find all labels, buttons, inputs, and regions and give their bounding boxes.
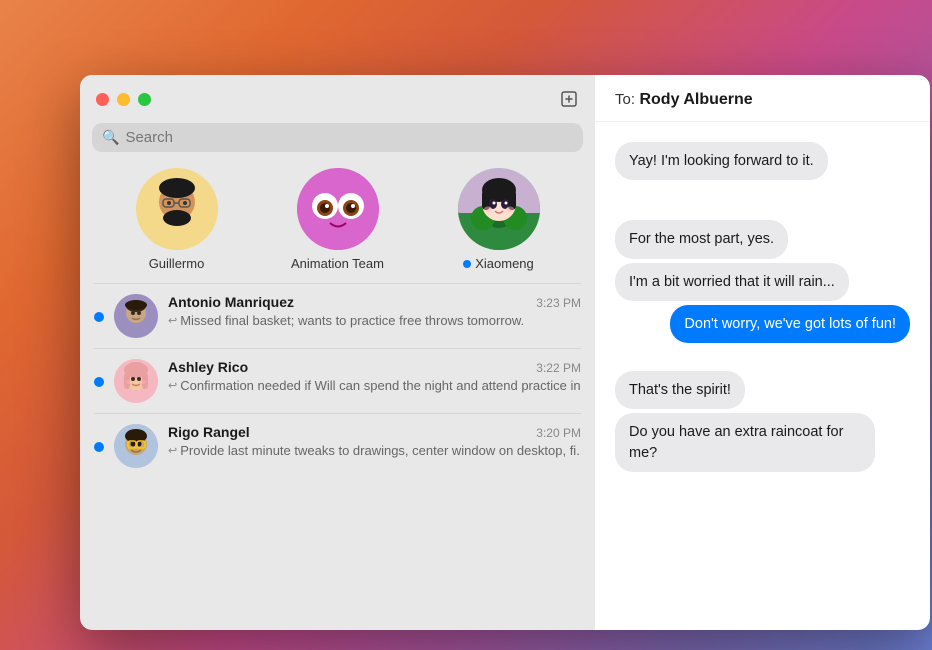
rigo-avatar: [114, 424, 158, 468]
rigo-message-content: Rigo Rangel 3:20 PM ↩ Provide last minut…: [168, 424, 581, 458]
search-icon: 🔍: [102, 129, 119, 146]
ashley-name: Ashley Rico: [168, 359, 248, 375]
animation-team-name: Animation Team: [291, 256, 384, 271]
pinned-contact-guillermo[interactable]: Guillermo: [122, 168, 232, 271]
conversation-messages: Yay! I'm looking forward to it. For the …: [595, 122, 930, 630]
spacer-1: [615, 188, 910, 212]
ashley-preview: ↩ Confirmation needed if Will can spend …: [168, 378, 581, 393]
animation-avatar-container: [297, 168, 379, 250]
bubble-3: I'm a bit worried that it will rain...: [615, 263, 849, 301]
pinned-contact-xiaomeng[interactable]: Xiaomeng: [444, 168, 554, 271]
close-button[interactable]: [96, 93, 109, 106]
ashley-header: Ashley Rico 3:22 PM: [168, 359, 581, 375]
antonio-time: 3:23 PM: [536, 296, 581, 310]
unread-indicator-ashley: [94, 377, 104, 387]
message-row-rigo[interactable]: Rigo Rangel 3:20 PM ↩ Provide last minut…: [80, 414, 595, 478]
conversation-header: To: Rody Albuerne: [595, 75, 930, 122]
ashley-time: 3:22 PM: [536, 361, 581, 375]
unread-indicator-antonio: [94, 312, 104, 322]
message-list: Antonio Manriquez 3:23 PM ↩ Missed final…: [80, 284, 595, 630]
ashley-message-content: Ashley Rico 3:22 PM ↩ Confirmation neede…: [168, 359, 581, 393]
antonio-preview: ↩ Missed final basket; wants to practice…: [168, 313, 581, 328]
antonio-message-content: Antonio Manriquez 3:23 PM ↩ Missed final…: [168, 294, 581, 328]
antonio-name: Antonio Manriquez: [168, 294, 294, 310]
right-panel: To: Rody Albuerne Yay! I'm looking forwa…: [595, 75, 930, 630]
pinned-contacts: Guillermo: [80, 160, 595, 283]
rigo-time: 3:20 PM: [536, 426, 581, 440]
guillermo-avatar-container: [136, 168, 218, 250]
message-row-ashley[interactable]: Ashley Rico 3:22 PM ↩ Confirmation neede…: [80, 349, 595, 413]
search-input[interactable]: [125, 129, 573, 146]
online-indicator: [463, 260, 471, 268]
compose-button[interactable]: [559, 89, 579, 109]
xiaomeng-avatar: [458, 168, 540, 250]
spacer-2: [615, 351, 910, 363]
rigo-preview: ↩ Provide last minute tweaks to drawings…: [168, 443, 581, 458]
bubble-group-3: That's the spirit! Do you have an extra …: [615, 371, 910, 472]
bubble-4: Don't worry, we've got lots of fun!: [670, 305, 910, 343]
antonio-avatar: [114, 294, 158, 338]
messages-window: 🔍: [80, 75, 930, 630]
title-bar: [80, 75, 595, 119]
message-row-antonio[interactable]: Antonio Manriquez 3:23 PM ↩ Missed final…: [80, 284, 595, 348]
bubble-6: Do you have an extra raincoat for me?: [615, 413, 875, 472]
pinned-contact-animation-team[interactable]: Animation Team: [283, 168, 393, 271]
rigo-header: Rigo Rangel 3:20 PM: [168, 424, 581, 440]
maximize-button[interactable]: [138, 93, 151, 106]
unread-indicator-rigo: [94, 442, 104, 452]
recipient-name: Rody Albuerne: [639, 91, 752, 108]
guillermo-avatar: [136, 168, 218, 250]
search-bar[interactable]: 🔍: [92, 123, 583, 152]
rigo-name: Rigo Rangel: [168, 424, 250, 440]
window-controls: [96, 93, 151, 106]
bubble-5: That's the spirit!: [615, 371, 745, 409]
bubble-2: For the most part, yes.: [615, 220, 788, 258]
xiaomeng-avatar-container: [458, 168, 540, 250]
ashley-avatar: [114, 359, 158, 403]
bubble-group-2: For the most part, yes. I'm a bit worrie…: [615, 220, 910, 343]
bubble-1: Yay! I'm looking forward to it.: [615, 142, 828, 180]
animation-team-avatar: [297, 168, 379, 250]
guillermo-name: Guillermo: [149, 256, 205, 271]
minimize-button[interactable]: [117, 93, 130, 106]
left-panel: 🔍: [80, 75, 595, 630]
antonio-header: Antonio Manriquez 3:23 PM: [168, 294, 581, 310]
to-label: To:: [615, 91, 635, 108]
xiaomeng-name: Xiaomeng: [463, 256, 534, 271]
